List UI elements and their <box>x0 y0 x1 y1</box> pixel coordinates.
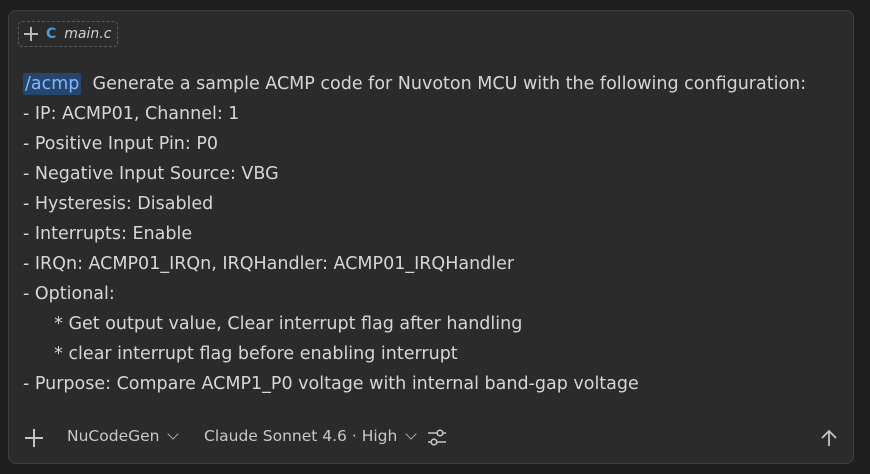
arrow-up-icon[interactable] <box>819 428 839 452</box>
prompt-line: * Get output value, Clear interrupt flag… <box>43 314 523 334</box>
input-toolbar: NuCodeGen Claude Sonnet 4.6 · High <box>9 423 855 453</box>
prompt-line: - IP: ACMP01, Channel: 1 <box>23 104 240 124</box>
chevron-down-icon <box>405 428 417 440</box>
prompt-text-area[interactable]: /acmp Generate a sample ACMP code for Nu… <box>23 69 843 399</box>
attached-file-name[interactable]: main.c <box>64 26 111 42</box>
prompt-line: - IRQn: ACMP01_IRQn, IRQHandler: ACMP01_… <box>23 254 515 274</box>
agent-label: NuCodeGen <box>67 427 160 445</box>
prompt-line: - Negative Input Source: VBG <box>23 164 279 184</box>
c-file-icon: C <box>46 26 57 42</box>
model-selector[interactable]: Claude Sonnet 4.6 · High <box>204 427 417 445</box>
slash-command[interactable]: /acmp <box>23 73 82 95</box>
model-label: Claude Sonnet 4.6 · High <box>204 427 398 445</box>
attached-file-chip[interactable]: C main.c <box>18 21 119 47</box>
prompt-line: - Positive Input Pin: P0 <box>23 134 219 154</box>
chevron-down-icon <box>167 428 180 440</box>
prompt-first-line: Generate a sample ACMP code for Nuvoton … <box>81 74 807 94</box>
agent-selector[interactable]: NuCodeGen <box>67 427 180 445</box>
prompt-line: * clear interrupt flag before enabling i… <box>43 344 458 364</box>
prompt-line: - Interrupts: Enable <box>23 224 193 244</box>
prompt-line: - Optional: <box>23 284 115 304</box>
add-plus-icon[interactable] <box>25 429 43 447</box>
add-context-plus-icon[interactable] <box>24 27 38 41</box>
prompt-line: - Purpose: Compare ACMP1_P0 voltage with… <box>23 374 639 394</box>
prompt-line-0: /acmp Generate a sample ACMP code for Nu… <box>23 69 843 99</box>
prompt-line: - Hysteresis: Disabled <box>23 194 214 214</box>
sliders-icon[interactable] <box>427 429 447 451</box>
chat-input-panel: C main.c /acmp Generate a sample ACMP co… <box>8 10 854 464</box>
